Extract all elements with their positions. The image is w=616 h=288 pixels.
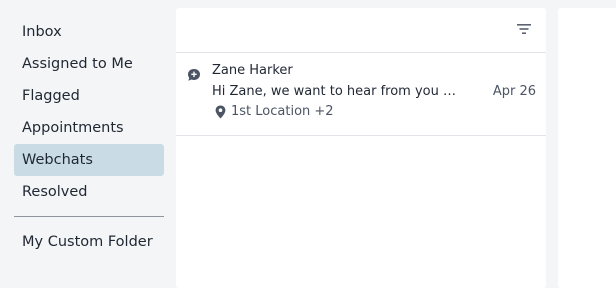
message-date: Apr 26 bbox=[492, 84, 536, 99]
sidebar-item-inbox[interactable]: Inbox bbox=[14, 16, 164, 48]
sidebar-item-assigned-to-me[interactable]: Assigned to Me bbox=[14, 48, 164, 80]
sidebar-divider bbox=[14, 216, 164, 217]
sidebar-item-appointments[interactable]: Appointments bbox=[14, 112, 164, 144]
message-preview: Hi Zane, we want to hear from you about … bbox=[212, 84, 458, 99]
conversation-list-panel: Zane Harker Hi Zane, we want to hear fro… bbox=[176, 8, 546, 288]
sidebar-item-flagged[interactable]: Flagged bbox=[14, 80, 164, 112]
contact-name: Zane Harker bbox=[212, 63, 293, 78]
location-pin-icon bbox=[215, 105, 226, 119]
conversation-row[interactable]: Zane Harker Hi Zane, we want to hear fro… bbox=[176, 53, 546, 136]
filter-icon[interactable] bbox=[516, 22, 532, 36]
sidebar-item-resolved[interactable]: Resolved bbox=[14, 176, 164, 208]
chat-bubble-icon bbox=[188, 69, 200, 81]
sidebar-item-webchats[interactable]: Webchats bbox=[14, 144, 164, 176]
sidebar-item-my-custom-folder[interactable]: My Custom Folder bbox=[14, 226, 164, 258]
location-label: 1st Location +2 bbox=[231, 104, 334, 119]
conversation-list-header bbox=[176, 8, 546, 53]
sidebar: Inbox Assigned to Me Flagged Appointment… bbox=[14, 16, 164, 258]
conversation-detail-panel bbox=[558, 8, 616, 288]
